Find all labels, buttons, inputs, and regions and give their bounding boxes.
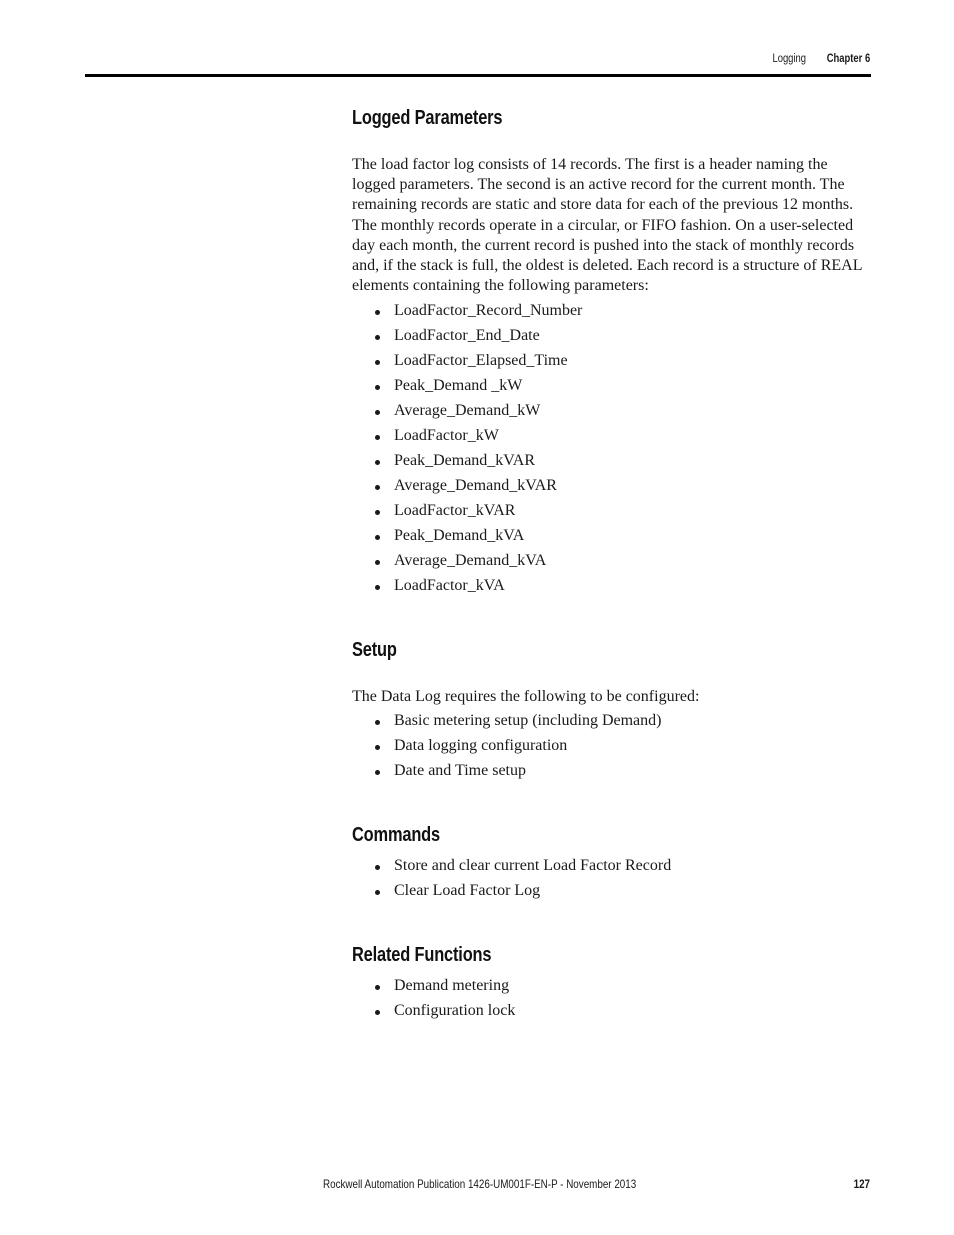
list-item-text: LoadFactor_kVAR: [394, 502, 516, 519]
bullet-icon: [375, 435, 380, 440]
list-item-text: LoadFactor_End_Date: [394, 327, 540, 344]
list-item-text: LoadFactor_Record_Number: [394, 302, 583, 319]
bullet-icon: [375, 360, 380, 365]
list-item-text: Clear Load Factor Log: [394, 882, 541, 899]
list-item-text: Average_Demand_kW: [394, 402, 541, 419]
bullet-icon: [375, 1010, 380, 1015]
header-section-name: Logging: [772, 53, 806, 65]
list-item-text: Peak_Demand _kW: [394, 377, 523, 394]
bullet-icon: [375, 890, 380, 895]
list-item: Store and clear current Load Factor Reco…: [352, 856, 671, 881]
bullet-icon: [375, 720, 380, 725]
header-rule: [85, 74, 871, 77]
list-item-text: LoadFactor_Elapsed_Time: [394, 352, 568, 369]
list-item: Data logging configuration: [352, 736, 661, 761]
list-item-text: Peak_Demand_kVA: [394, 527, 525, 544]
bullet-icon: [375, 460, 380, 465]
bullet-icon: [375, 585, 380, 590]
list-item: LoadFactor_Elapsed_Time: [352, 351, 582, 376]
setup-paragraph: The Data Log requires the following to b…: [352, 688, 700, 705]
list-item: Clear Load Factor Log: [352, 881, 671, 906]
list-item-text: Average_Demand_kVAR: [394, 477, 557, 494]
bullet-icon: [375, 385, 380, 390]
heading-logged-parameters: Logged Parameters: [352, 107, 503, 129]
list-item: Date and Time setup: [352, 761, 661, 786]
bullet-icon: [375, 985, 380, 990]
list-item: Peak_Demand_kVAR: [352, 451, 582, 476]
list-item: Demand metering: [352, 976, 515, 1001]
bullet-icon: [375, 335, 380, 340]
bullet-icon: [375, 865, 380, 870]
bullet-icon: [375, 560, 380, 565]
list-item: LoadFactor_kVAR: [352, 501, 582, 526]
bullet-icon: [375, 745, 380, 750]
list-item-text: Basic metering setup (including Demand): [394, 712, 662, 729]
list-item: LoadFactor_End_Date: [352, 326, 582, 351]
list-item: Basic metering setup (including Demand): [352, 711, 661, 736]
running-header: Logging Chapter 6: [772, 53, 870, 65]
related-functions-list: Demand metering Configuration lock: [352, 976, 515, 1026]
footer-publication: Rockwell Automation Publication 1426-UM0…: [323, 1177, 637, 1191]
list-item-text: Configuration lock: [394, 1002, 516, 1019]
heading-setup: Setup: [352, 639, 397, 661]
commands-list: Store and clear current Load Factor Reco…: [352, 856, 671, 906]
list-item-text: Average_Demand_kVA: [394, 552, 547, 569]
list-item-text: Demand metering: [394, 977, 510, 994]
list-item: Peak_Demand_kVA: [352, 526, 582, 551]
bullet-icon: [375, 510, 380, 515]
list-item-text: Data logging configuration: [394, 737, 568, 754]
logged-parameters-list: LoadFactor_Record_Number LoadFactor_End_…: [352, 301, 582, 601]
list-item: Peak_Demand _kW: [352, 376, 582, 401]
setup-list: Basic metering setup (including Demand) …: [352, 711, 661, 786]
list-item-text: LoadFactor_kVA: [394, 577, 505, 594]
list-item: Configuration lock: [352, 1001, 515, 1026]
list-item-text: LoadFactor_kW: [394, 427, 499, 444]
list-item-text: Store and clear current Load Factor Reco…: [394, 857, 672, 874]
list-item: Average_Demand_kVA: [352, 551, 582, 576]
list-item: LoadFactor_kVA: [352, 576, 582, 601]
bullet-icon: [375, 310, 380, 315]
bullet-icon: [375, 410, 380, 415]
list-item-text: Date and Time setup: [394, 762, 526, 779]
list-item: LoadFactor_Record_Number: [352, 301, 582, 326]
list-item-text: Peak_Demand_kVAR: [394, 452, 536, 469]
header-chapter-label: Chapter 6: [826, 53, 870, 65]
heading-related-functions: Related Functions: [352, 944, 492, 966]
page-number: 127: [853, 1177, 870, 1191]
list-item: Average_Demand_kVAR: [352, 476, 582, 501]
bullet-icon: [375, 535, 380, 540]
heading-commands: Commands: [352, 824, 440, 846]
list-item: LoadFactor_kW: [352, 426, 582, 451]
bullet-icon: [375, 485, 380, 490]
list-item: Average_Demand_kW: [352, 401, 582, 426]
logged-parameters-paragraph: The load factor log consists of 14 recor…: [352, 156, 862, 295]
bullet-icon: [375, 770, 380, 775]
